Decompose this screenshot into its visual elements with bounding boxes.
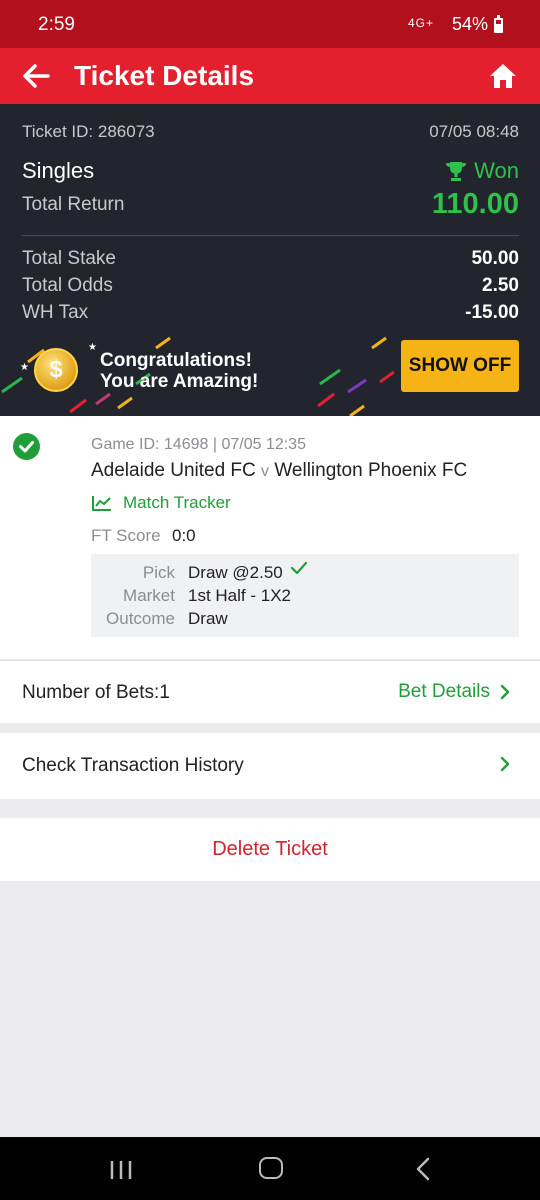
transaction-history-row[interactable]: Check Transaction History: [0, 733, 540, 799]
pick-label: Pick: [142, 563, 175, 582]
number-of-bets-row: Number of Bets:1 Bet Details: [0, 660, 540, 723]
total-stake-label: Total Stake: [22, 248, 116, 269]
app-bar: Ticket Details: [0, 48, 540, 104]
coin-symbol: $: [49, 356, 63, 383]
battery-percent: 54%: [452, 14, 489, 34]
ft-score-label: FT Score: [91, 526, 161, 545]
show-off-button[interactable]: SHOW OFF: [401, 340, 519, 392]
coin-icon: $: [34, 348, 78, 392]
delete-row: Delete Ticket: [0, 818, 540, 881]
total-return-value: 110.00: [431, 188, 519, 220]
svg-text:★: ★: [20, 362, 29, 373]
wh-tax-value: -15.00: [465, 302, 519, 323]
market-value: 1st Half - 1X2: [188, 586, 291, 605]
status-badge: Won: [444, 158, 519, 184]
congrats-line-2: You are Amazing!: [100, 371, 259, 392]
number-of-bets: Number of Bets:1: [22, 682, 170, 703]
away-team: Wellington Phoenix FC: [274, 460, 468, 481]
market-label: Market: [123, 586, 175, 605]
arrow-left-icon: [23, 64, 50, 88]
total-return-label: Total Return: [22, 194, 125, 215]
home-icon: [490, 64, 516, 88]
wh-tax-label: WH Tax: [22, 302, 89, 323]
back-button[interactable]: [18, 60, 54, 92]
ticket-summary: Ticket ID: 286073 07/05 08:48 Singles Wo…: [0, 104, 540, 416]
bet-details-link[interactable]: Bet Details: [398, 681, 510, 703]
status-bar: 2:59 4G+ 54%: [0, 0, 540, 48]
match-teams: Adelaide United FC v Wellington Phoenix …: [91, 460, 467, 482]
delete-ticket-button[interactable]: Delete Ticket: [0, 818, 540, 881]
match-tracker-label: Match Tracker: [123, 493, 231, 512]
bet-details-label: Bet Details: [398, 681, 490, 702]
ticket-date: 07/05 08:48: [429, 122, 519, 141]
ft-score-value: 0:0: [172, 526, 196, 545]
ticket-id: Ticket ID: 286073: [22, 122, 155, 141]
congrats-line-1: Congratulations!: [100, 350, 252, 371]
home-team: Adelaide United FC: [91, 460, 256, 481]
battery-icon: [494, 15, 503, 33]
page-title: Ticket Details: [74, 60, 255, 91]
svg-text:★: ★: [88, 342, 97, 353]
network-indicator: 4G+: [408, 16, 435, 30]
nav-home-icon[interactable]: [259, 1157, 283, 1179]
home-button[interactable]: [486, 60, 520, 92]
check-icon: [290, 561, 308, 575]
status-text: Won: [474, 158, 519, 183]
nav-back-icon[interactable]: [414, 1157, 432, 1181]
chevron-right-icon: [500, 684, 510, 700]
outcome-value: Draw: [188, 609, 228, 628]
pick-details: Pick Draw @2.50 Market 1st Half - 1X2 Ou…: [91, 554, 519, 637]
total-stake-value: 50.00: [471, 248, 519, 269]
pick-value: Draw @2.50: [188, 563, 283, 582]
chart-line-icon: [92, 496, 111, 511]
versus-label: v: [261, 463, 270, 480]
match-tracker-link[interactable]: Match Tracker: [91, 493, 231, 513]
game-id: Game ID: 14698 | 07/05 12:35: [91, 436, 306, 453]
won-check-icon: [13, 433, 40, 460]
outcome-label: Outcome: [106, 609, 175, 628]
total-odds-label: Total Odds: [22, 275, 113, 296]
status-time: 2:59: [38, 14, 75, 35]
transaction-history-label: Check Transaction History: [22, 755, 244, 776]
chevron-right-icon: [500, 756, 510, 772]
bet-type: Singles: [22, 158, 95, 183]
total-odds-value: 2.50: [482, 275, 519, 296]
recents-icon[interactable]: [108, 1159, 134, 1181]
trophy-icon: [446, 162, 467, 181]
selection-card: Game ID: 14698 | 07/05 12:35 Adelaide Un…: [0, 416, 540, 659]
divider: [22, 235, 519, 236]
system-nav-bar: [0, 1137, 540, 1200]
congrats-message: Congratulations! You are Amazing!: [100, 350, 258, 392]
